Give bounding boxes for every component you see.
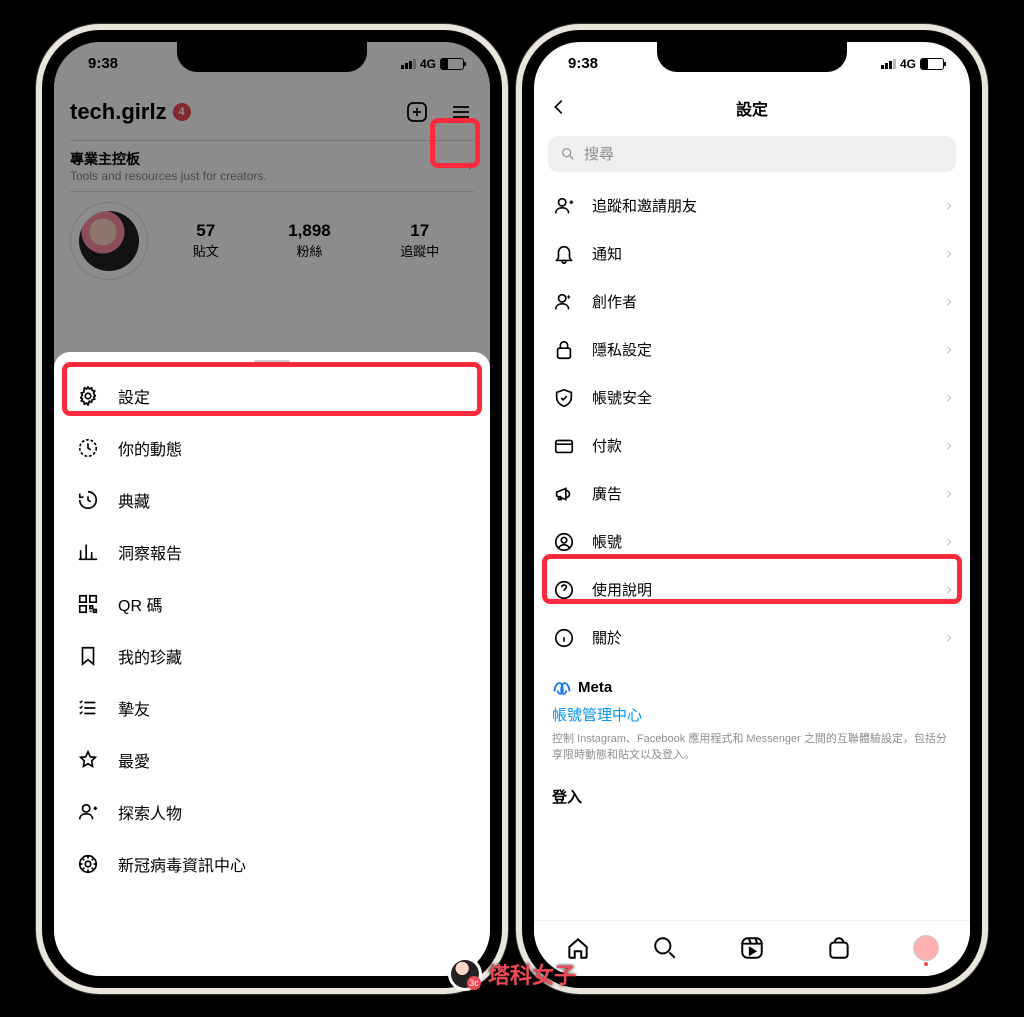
menu-item-label: 洞察報告 <box>118 540 182 564</box>
notch <box>657 42 847 72</box>
chevron-right-icon: › <box>946 339 952 360</box>
settings-item-label: 隱私設定 <box>592 339 652 360</box>
settings-item-label: 廣告 <box>592 483 622 504</box>
bell-icon <box>552 242 576 266</box>
signal-icon <box>881 59 896 69</box>
chevron-right-icon: › <box>946 387 952 408</box>
menu-item-label: 摯友 <box>118 696 150 720</box>
menu-item-label: 典藏 <box>118 488 150 512</box>
help-icon <box>552 578 576 602</box>
settings-item-info[interactable]: 關於 › <box>548 614 956 662</box>
tab-reels[interactable] <box>738 934 766 962</box>
search-input[interactable]: 搜尋 <box>548 136 956 172</box>
settings-item-follow-invite[interactable]: 追蹤和邀請朋友 › <box>548 182 956 230</box>
saved-icon <box>76 644 100 668</box>
menu-item-label: 最愛 <box>118 748 150 772</box>
settings-item-label: 創作者 <box>592 291 637 312</box>
activity-icon <box>76 436 100 460</box>
accounts-center-link[interactable]: 帳號管理中心 <box>552 704 952 725</box>
insights-icon <box>76 540 100 564</box>
sheet-grabber[interactable] <box>254 360 290 364</box>
qrcode-icon <box>76 592 100 616</box>
menu-item-label: 你的動態 <box>118 436 182 460</box>
tab-profile[interactable] <box>912 934 940 962</box>
battery-icon <box>920 58 944 70</box>
menu-item-favorites[interactable]: 最愛 <box>54 734 490 786</box>
chevron-right-icon: › <box>946 483 952 504</box>
settings-item-help[interactable]: 使用說明 › <box>548 566 956 614</box>
chevron-right-icon: › <box>946 195 952 216</box>
follow-invite-icon <box>552 194 576 218</box>
card-icon <box>552 434 576 458</box>
chevron-right-icon: › <box>946 291 952 312</box>
archive-icon <box>76 488 100 512</box>
search-icon <box>560 146 576 162</box>
menu-item-label: 新冠病毒資訊中心 <box>118 852 246 876</box>
favorites-icon <box>76 748 100 772</box>
settings-header: 設定 <box>534 86 970 130</box>
phone-frame-left: 9:38 4G tech.girlz 4 <box>36 24 508 994</box>
settings-item-label: 使用說明 <box>592 579 652 600</box>
settings-item-label: 帳號安全 <box>592 387 652 408</box>
menu-item-qrcode[interactable]: QR 碼 <box>54 578 490 630</box>
back-button[interactable] <box>548 96 570 123</box>
menu-item-closefriends[interactable]: 摯友 <box>54 682 490 734</box>
menu-item-settings[interactable]: 設定 <box>54 370 490 422</box>
menu-item-insights[interactable]: 洞察報告 <box>54 526 490 578</box>
settings-icon <box>76 384 100 408</box>
menu-item-label: 探索人物 <box>118 800 182 824</box>
tab-bar <box>534 920 970 976</box>
meta-icon <box>552 678 572 698</box>
menu-item-label: 設定 <box>118 384 150 408</box>
settings-item-card[interactable]: 付款 › <box>548 422 956 470</box>
settings-item-label: 帳號 <box>592 531 622 552</box>
chevron-right-icon: › <box>946 531 952 552</box>
menu-item-covid[interactable]: 新冠病毒資訊中心 <box>54 838 490 890</box>
settings-item-shield[interactable]: 帳號安全 › <box>548 374 956 422</box>
settings-item-label: 通知 <box>592 243 622 264</box>
tab-shop[interactable] <box>825 934 853 962</box>
settings-item-creator[interactable]: 創作者 › <box>548 278 956 326</box>
account-icon <box>552 530 576 554</box>
phone-frame-right: 9:38 4G 設定 搜尋 追蹤和邀請朋友›通知›創作者›隱私設定›帳號安全›付… <box>516 24 988 994</box>
watermark: 3c 塔科女子 <box>448 957 576 991</box>
shield-icon <box>552 386 576 410</box>
search-placeholder: 搜尋 <box>584 143 614 164</box>
settings-item-label: 付款 <box>592 435 622 456</box>
lock-icon <box>552 338 576 362</box>
menu-item-discover[interactable]: 探索人物 <box>54 786 490 838</box>
menu-item-saved[interactable]: 我的珍藏 <box>54 630 490 682</box>
chevron-right-icon: › <box>946 579 952 600</box>
menu-item-activity[interactable]: 你的動態 <box>54 422 490 474</box>
notch <box>177 42 367 72</box>
info-icon <box>552 626 576 650</box>
network-label: 4G <box>900 57 916 71</box>
creator-icon <box>552 290 576 314</box>
settings-item-account[interactable]: 帳號 › <box>548 518 956 566</box>
menu-sheet: 設定你的動態典藏洞察報告 QR 碼我的珍藏摯友最愛探索人物新冠病毒資訊中心 <box>54 352 490 976</box>
megaphone-icon <box>552 482 576 506</box>
chevron-right-icon: › <box>946 243 952 264</box>
login-section-label: 登入 <box>534 772 970 811</box>
settings-item-megaphone[interactable]: 廣告 › <box>548 470 956 518</box>
meta-description: 控制 Instagram、Facebook 應用程式和 Messenger 之間… <box>552 731 952 764</box>
menu-item-label: QR 碼 <box>118 592 162 616</box>
menu-item-archive[interactable]: 典藏 <box>54 474 490 526</box>
settings-item-lock[interactable]: 隱私設定 › <box>548 326 956 374</box>
covid-icon <box>76 852 100 876</box>
settings-item-label: 追蹤和邀請朋友 <box>592 195 697 216</box>
settings-item-label: 關於 <box>592 627 622 648</box>
chevron-right-icon: › <box>946 627 952 648</box>
tab-search[interactable] <box>651 934 679 962</box>
meta-brand: Meta <box>552 678 952 698</box>
status-time: 9:38 <box>568 55 598 72</box>
settings-item-bell[interactable]: 通知 › <box>548 230 956 278</box>
settings-title: 設定 <box>736 96 768 120</box>
menu-item-label: 我的珍藏 <box>118 644 182 668</box>
discover-icon <box>76 800 100 824</box>
chevron-right-icon: › <box>946 435 952 456</box>
closefriends-icon <box>76 696 100 720</box>
